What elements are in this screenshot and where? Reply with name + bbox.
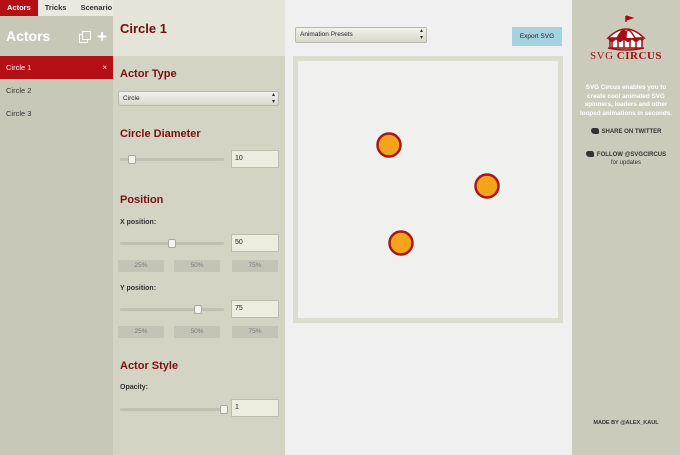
- opacity-label: Opacity:: [120, 384, 149, 391]
- actor-circle-3[interactable]: [388, 230, 414, 256]
- actor-type-heading: Actor Type: [120, 68, 177, 80]
- tab-tricks[interactable]: Tricks: [38, 0, 74, 16]
- close-icon[interactable]: ×: [102, 63, 107, 72]
- y-position-slider-thumb[interactable]: [194, 305, 202, 314]
- y-position-label: Y position:: [120, 285, 157, 292]
- main-tabs: Actors Tricks Scenario: [0, 0, 113, 16]
- y-position-input[interactable]: 75: [231, 300, 279, 318]
- actor-circle-2[interactable]: [474, 173, 500, 199]
- plus-icon[interactable]: +: [97, 28, 107, 45]
- x-preset-25-button[interactable]: 25%: [118, 260, 164, 272]
- opacity-slider[interactable]: [120, 405, 228, 414]
- select-arrows-icon: ▴ ▾: [419, 28, 423, 41]
- actor-item-label: Circle 3: [6, 109, 32, 118]
- opacity-input[interactable]: 1: [231, 399, 279, 417]
- info-panel: SVG CIRCUS SVG Circus enables you to cre…: [572, 0, 680, 455]
- x-position-label: X position:: [120, 219, 157, 226]
- y-preset-50-button[interactable]: 50%: [174, 326, 220, 338]
- x-preset-75-button[interactable]: 75%: [232, 260, 278, 272]
- position-heading: Position: [120, 194, 164, 206]
- duplicate-icon[interactable]: [79, 31, 92, 43]
- select-arrows-icon: ▴ ▾: [271, 92, 275, 105]
- actor-item-circle-2[interactable]: Circle 2: [0, 79, 113, 102]
- actor-title: Circle 1: [120, 20, 167, 36]
- actor-circle-1[interactable]: [376, 132, 402, 158]
- x-position-input[interactable]: 50: [231, 234, 279, 252]
- y-preset-75-button[interactable]: 75%: [232, 326, 278, 338]
- logo-wordmark: SVG CIRCUS: [572, 50, 680, 62]
- diameter-slider[interactable]: [120, 155, 224, 164]
- actors-sidebar: Actors Tricks Scenario Actors + Circle 1…: [0, 0, 113, 455]
- actor-item-circle-1[interactable]: Circle 1 ×: [0, 56, 113, 79]
- properties-panel: Circle 1 Actor Type Circle ▴ ▾ Circle Dia…: [113, 0, 285, 455]
- actors-header: Actors +: [0, 16, 113, 56]
- export-svg-button[interactable]: Export SVG: [512, 27, 562, 46]
- y-preset-25-button[interactable]: 25%: [118, 326, 164, 338]
- logo-word-svg: SVG: [590, 50, 614, 62]
- y-position-slider[interactable]: [120, 305, 224, 314]
- canvas-svg: [376, 132, 500, 256]
- follow-sublabel: for updates: [610, 160, 642, 166]
- tab-actors[interactable]: Actors: [0, 0, 38, 16]
- follow-label: FOLLOW @SVGCIRCUS: [596, 152, 667, 158]
- logo-word-circus: CIRCUS: [616, 50, 662, 62]
- author-credit[interactable]: MADE BY @ALEX_KAUL: [572, 420, 680, 426]
- opacity-slider-thumb[interactable]: [220, 405, 228, 414]
- follow-twitter-link[interactable]: FOLLOW @SVGCIRCUS for updates: [572, 151, 680, 167]
- actor-item-circle-3[interactable]: Circle 3: [0, 102, 113, 125]
- twitter-icon: [590, 128, 599, 135]
- x-position-slider[interactable]: [120, 239, 224, 248]
- properties-header: Circle 1: [113, 0, 285, 56]
- actor-item-label: Circle 1: [6, 63, 32, 72]
- twitter-icon: [585, 151, 594, 158]
- stage-area: Animation Presets ▴ ▾ Export SVG: [285, 0, 572, 455]
- x-position-slider-thumb[interactable]: [168, 239, 176, 248]
- actor-type-select[interactable]: Circle ▴ ▾: [118, 91, 279, 106]
- animation-presets-value: Animation Presets: [300, 31, 353, 38]
- animation-canvas[interactable]: [293, 56, 563, 323]
- diameter-slider-thumb[interactable]: [128, 155, 137, 164]
- actor-item-label: Circle 2: [6, 86, 32, 95]
- share-twitter-label: SHARE ON TWITTER: [601, 129, 662, 135]
- share-twitter-link[interactable]: SHARE ON TWITTER: [572, 128, 680, 136]
- description-text: SVG Circus enables you to create cool an…: [579, 84, 673, 117]
- diameter-input[interactable]: 10: [231, 150, 279, 168]
- animation-presets-select[interactable]: Animation Presets ▴ ▾: [295, 27, 427, 43]
- actors-title: Actors: [6, 28, 51, 44]
- actor-type-value: Circle: [123, 95, 140, 102]
- actor-list: Circle 1 × Circle 2 Circle 3: [0, 56, 113, 125]
- circle-diameter-heading: Circle Diameter: [120, 128, 201, 140]
- x-preset-50-button[interactable]: 50%: [174, 260, 220, 272]
- actor-style-heading: Actor Style: [120, 360, 179, 372]
